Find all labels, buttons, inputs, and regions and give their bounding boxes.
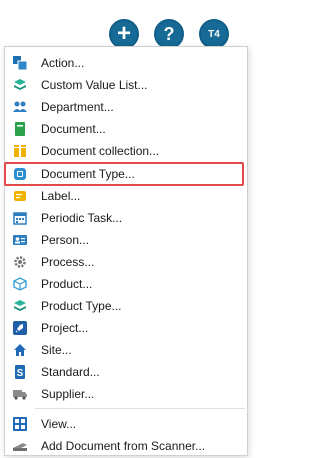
menu-item-label-tag[interactable]: Label... [5,185,247,207]
menu-item-label: Periodic Task... [41,211,123,225]
menu-item-label: Standard... [41,365,100,379]
gear-icon [13,255,27,269]
menu-item-label: Product Type... [41,299,122,313]
menu-item-process[interactable]: Process... [5,251,247,273]
id-card-icon [13,233,27,247]
menu-item-site[interactable]: Site... [5,339,247,361]
menu-item-label: Project... [41,321,89,335]
menu-item-label: Process... [41,255,95,269]
menu-item-add-document-from-scanner[interactable]: Add Document from Scanner... [5,435,247,457]
plus-icon: + [116,20,131,47]
svg-text:S: S [17,368,24,379]
standard-book-icon: S [13,365,27,379]
calendar-icon [13,211,27,225]
menu-item-department[interactable]: Department... [5,96,247,118]
user-avatar[interactable]: T4 [199,19,229,49]
menu-item-custom-value-list[interactable]: Custom Value List... [5,74,247,96]
menu-item-label: Document... [41,122,106,136]
home-icon [13,343,27,357]
menu-divider [35,408,245,409]
add-menu-dropdown: Action... Custom Value List... Departmen… [4,46,248,456]
menu-item-label: Department... [41,100,114,114]
avatar-initials: T4 [208,28,220,40]
menu-item-product[interactable]: Product... [5,273,247,295]
menu-item-label: View... [41,417,77,431]
stack-layers-icon [13,78,27,92]
truck-icon [13,387,27,401]
top-toolbar: + ? T4 [0,0,252,49]
menu-item-project[interactable]: Project... [5,317,247,339]
document-type-icon [13,167,27,181]
scanner-icon [13,439,27,453]
menu-item-label: Custom Value List... [41,78,148,92]
menu-item-label: Add Document from Scanner... [41,439,206,453]
menu-item-document-type[interactable]: Document Type... [5,163,247,185]
menu-item-document-collection[interactable]: Document collection... [5,140,247,162]
question-icon: ? [163,23,175,44]
menu-item-periodic-task[interactable]: Periodic Task... [5,207,247,229]
rocket-icon [13,321,27,335]
menu-item-label: Label... [41,189,81,203]
menu-item-document[interactable]: Document... [5,118,247,140]
label-tag-icon [13,189,27,203]
menu-item-label: Person... [41,233,90,247]
document-icon [13,122,27,136]
menu-item-action[interactable]: Action... [5,52,247,74]
grid-view-icon [13,417,27,431]
menu-item-person[interactable]: Person... [5,229,247,251]
menu-item-label: Document collection... [41,144,160,158]
layers-icon [13,299,27,313]
menu-item-label: Product... [41,277,93,291]
menu-item-label: Supplier... [41,387,95,401]
menu-item-label: Document Type... [41,167,135,181]
menu-item-label: Site... [41,343,72,357]
menu-item-product-type[interactable]: Product Type... [5,295,247,317]
menu-item-supplier[interactable]: Supplier... [5,383,247,405]
people-group-icon [13,100,27,114]
menu-item-label: Action... [41,56,85,70]
action-icon [13,56,27,70]
help-button[interactable]: ? [154,19,184,49]
cube-icon [13,277,27,291]
folder-collection-icon [13,144,27,158]
menu-item-view[interactable]: View... [5,413,247,435]
menu-item-standard[interactable]: S Standard... [5,361,247,383]
add-button[interactable]: + [109,19,139,49]
